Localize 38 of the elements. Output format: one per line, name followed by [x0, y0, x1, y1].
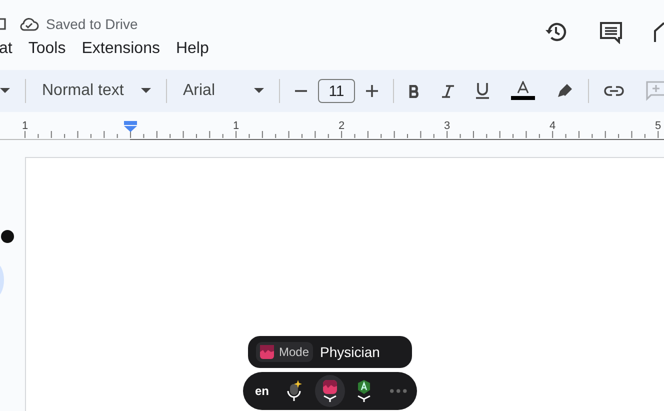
mode-mic-button[interactable] — [314, 375, 345, 407]
font-size-field[interactable]: 11 — [318, 79, 355, 103]
mode-chip[interactable]: Mode — [256, 342, 314, 362]
text-color-icon[interactable] — [511, 81, 535, 101]
document-page[interactable] — [25, 157, 664, 411]
sparkle-microphone-icon — [286, 380, 304, 402]
underline-icon[interactable] — [476, 83, 489, 99]
highlighter-icon[interactable] — [557, 83, 573, 99]
cloud-check-icon — [19, 17, 39, 31]
ruler-number: 1 — [232, 120, 240, 132]
ruler-number: 1 — [22, 120, 28, 132]
menu-item[interactable]: Tools — [28, 40, 82, 58]
menu-item[interactable]: at — [0, 40, 28, 58]
waveform-microphone-icon — [320, 380, 339, 402]
plus-icon[interactable] — [366, 85, 378, 97]
menu-item[interactable]: Help — [176, 40, 225, 58]
caret-icon[interactable] — [0, 88, 10, 94]
language-button[interactable]: en — [255, 384, 270, 398]
ruler-number: 2 — [338, 120, 345, 132]
waveform-icon — [260, 345, 274, 359]
font-dropdown[interactable]: Arial — [171, 82, 243, 100]
paragraph-style-dropdown[interactable]: Normal text — [30, 82, 130, 100]
mode-value: Physician — [320, 344, 380, 360]
menu-item[interactable]: Extensions — [82, 40, 176, 58]
link-icon[interactable] — [604, 86, 624, 96]
more-icon[interactable] — [390, 389, 407, 393]
comment-icon[interactable] — [599, 20, 623, 44]
indent-marker-icon[interactable] — [124, 121, 137, 132]
italic-icon[interactable] — [442, 84, 454, 98]
ruler-number: 4 — [549, 120, 556, 132]
ruler-number: 3 — [444, 120, 450, 132]
caret-icon[interactable] — [141, 88, 151, 94]
history-icon[interactable] — [544, 20, 568, 44]
ruler-number: 5 — [654, 120, 662, 132]
save-status: Saved to Drive — [46, 16, 138, 32]
dot-icon — [1, 230, 14, 243]
bold-icon[interactable] — [409, 84, 420, 98]
caret-icon[interactable] — [254, 88, 264, 94]
